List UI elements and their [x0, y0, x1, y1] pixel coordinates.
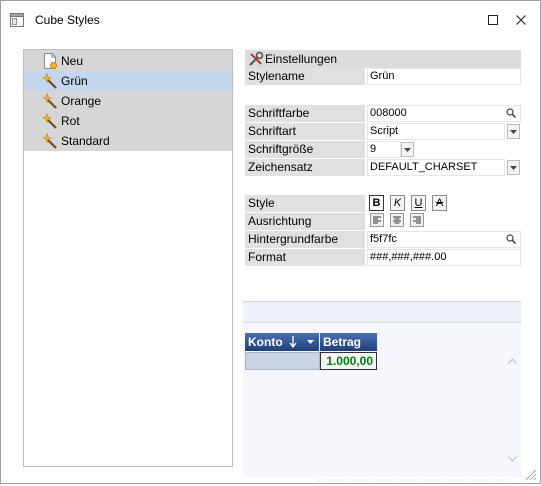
scrollbar-track: [319, 479, 509, 481]
resize-grip-icon[interactable]: [523, 467, 537, 481]
window-icon: [10, 13, 24, 27]
tree-item-label: Standard: [61, 134, 110, 148]
zeichensatz-label: Zeichensatz: [245, 159, 365, 176]
settings-header-label: Einstellungen: [265, 52, 338, 66]
schriftgroesse-select[interactable]: 9: [367, 141, 401, 158]
style-tree[interactable]: Neu Grün Orange Rot Standard: [23, 49, 233, 467]
close-button[interactable]: [509, 9, 533, 31]
wand-icon: [42, 113, 58, 129]
schriftgroesse-label: Schriftgröße: [245, 141, 365, 158]
wand-icon: [42, 93, 58, 109]
hintergrundfarbe-input[interactable]: f5f7fc: [367, 231, 521, 248]
schriftgroesse-dropdown-button[interactable]: [401, 142, 414, 157]
ausrichtung-label: Ausrichtung: [245, 213, 365, 230]
tree-item-label: Grün: [61, 74, 88, 88]
schriftfarbe-value: 008000: [370, 107, 407, 119]
tree-item-rot[interactable]: Rot: [24, 111, 232, 131]
close-icon: [516, 15, 526, 25]
align-left-button[interactable]: [370, 213, 384, 227]
row-hintergrundfarbe: Hintergrundfarbe f5f7fc: [245, 231, 521, 249]
hintergrundfarbe-label: Hintergrundfarbe: [245, 231, 365, 248]
row-zeichensatz: Zeichensatz DEFAULT_CHARSET: [245, 159, 521, 177]
chevron-down-icon: [404, 147, 411, 152]
strikethrough-button[interactable]: A: [432, 195, 447, 211]
vertical-scrollbar[interactable]: [506, 352, 519, 472]
column-header-konto[interactable]: Konto: [245, 333, 319, 351]
row-schriftgroesse: Schriftgröße 9: [245, 141, 521, 159]
maximize-icon: [488, 15, 498, 25]
style-preview: Konto Betrag 1.000,00: [243, 301, 521, 481]
magnifier-icon[interactable]: [506, 234, 517, 245]
row-format: Format ###,###,###.00: [245, 249, 521, 267]
row-stylename: Stylename Grün: [245, 68, 521, 86]
scroll-up-icon[interactable]: [508, 358, 517, 364]
schriftart-select[interactable]: Script: [367, 123, 505, 140]
row-style: Style B K U A: [245, 195, 521, 213]
maximize-button[interactable]: [481, 9, 505, 31]
stylename-label: Stylename: [245, 68, 365, 85]
title-bar: Cube Styles: [1, 1, 540, 37]
align-center-button[interactable]: [390, 213, 404, 227]
column-header-label: Konto: [248, 335, 283, 349]
chevron-down-icon: [510, 165, 517, 170]
schriftfarbe-input[interactable]: 008000: [367, 105, 521, 122]
row-ausrichtung: Ausrichtung: [245, 213, 521, 231]
chevron-down-icon[interactable]: [307, 340, 314, 344]
wand-icon: [42, 73, 58, 89]
horizontal-scrollbar[interactable]: [319, 472, 509, 481]
tree-item-neu[interactable]: Neu: [24, 51, 232, 71]
preview-toolbar: [243, 302, 521, 323]
row-schriftfarbe: Schriftfarbe 008000: [245, 105, 521, 123]
table-cell-konto: [245, 352, 320, 370]
sort-down-icon: [289, 336, 297, 348]
window-title: Cube Styles: [35, 13, 100, 27]
align-right-button[interactable]: [410, 213, 424, 227]
align-left-icon: [373, 216, 381, 224]
new-document-icon: [42, 53, 58, 69]
schriftart-label: Schriftart: [245, 123, 365, 140]
column-header-betrag[interactable]: Betrag: [320, 333, 377, 351]
underline-button[interactable]: U: [411, 195, 426, 211]
hintergrundfarbe-value: f5f7fc: [370, 233, 397, 245]
format-input[interactable]: ###,###,###.00: [367, 249, 521, 266]
tree-item-gruen[interactable]: Grün: [24, 71, 232, 91]
bold-button[interactable]: B: [369, 195, 384, 211]
wand-icon: [42, 133, 58, 149]
zeichensatz-dropdown-button[interactable]: [507, 160, 520, 175]
table-cell-betrag: 1.000,00: [320, 352, 377, 370]
zeichensatz-select[interactable]: DEFAULT_CHARSET: [367, 159, 505, 176]
schriftfarbe-label: Schriftfarbe: [245, 105, 365, 122]
tree-item-label: Orange: [61, 94, 102, 108]
style-label: Style: [245, 195, 365, 212]
schriftart-dropdown-button[interactable]: [507, 124, 520, 139]
format-label: Format: [245, 249, 365, 266]
italic-button[interactable]: K: [390, 195, 405, 211]
tree-item-label: Rot: [61, 114, 80, 128]
scroll-down-icon[interactable]: [508, 456, 517, 462]
row-schriftart: Schriftart Script: [245, 123, 521, 141]
chevron-down-icon: [510, 129, 517, 134]
align-center-icon: [393, 216, 401, 224]
tree-item-orange[interactable]: Orange: [24, 91, 232, 111]
magnifier-icon[interactable]: [506, 108, 517, 119]
tools-icon: [248, 51, 264, 67]
tree-item-standard[interactable]: Standard: [24, 131, 232, 151]
tree-item-label: Neu: [61, 54, 84, 68]
stylename-input[interactable]: Grün: [367, 68, 521, 85]
settings-header: Einstellungen: [245, 50, 521, 68]
align-right-icon: [413, 216, 421, 224]
cube-styles-window: Cube Styles Neu Grün Orange Rot Standard…: [0, 0, 541, 484]
